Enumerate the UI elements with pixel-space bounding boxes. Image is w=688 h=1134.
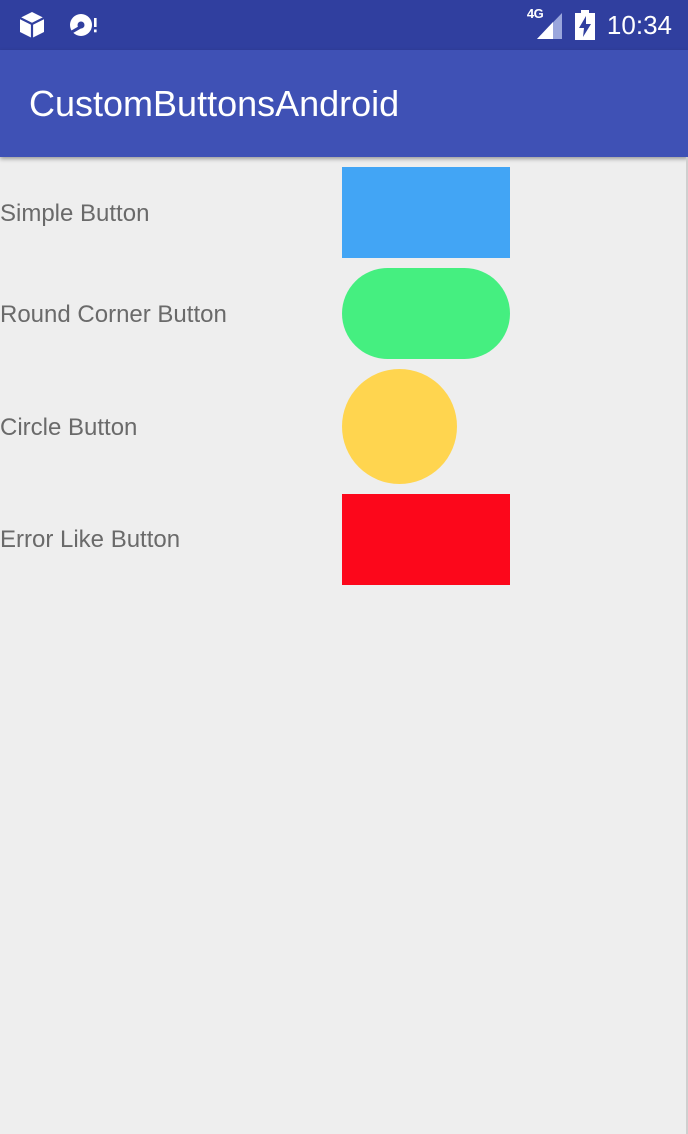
app-screen: 4G 10:34 CustomButtonsAndroid Simple But… xyxy=(0,0,688,1134)
simple-button-label: Simple Button xyxy=(0,200,150,227)
media-disc-icon xyxy=(68,11,98,39)
battery-charging-icon xyxy=(574,10,595,40)
app-box-icon xyxy=(18,11,46,39)
app-bar: CustomButtonsAndroid xyxy=(0,50,688,157)
circle-button[interactable] xyxy=(342,369,457,484)
status-bar: 4G 10:34 xyxy=(0,0,688,50)
system-icons: 4G 10:34 xyxy=(527,6,672,42)
notification-icons xyxy=(18,11,98,39)
status-clock: 10:34 xyxy=(606,10,672,40)
circle-button-label: Circle Button xyxy=(0,414,138,441)
error-like-button[interactable] xyxy=(342,494,510,585)
simple-button[interactable] xyxy=(342,167,510,258)
round-corner-button-label: Round Corner Button xyxy=(0,301,227,328)
error-like-button-label: Error Like Button xyxy=(0,526,181,553)
round-corner-button[interactable] xyxy=(342,268,510,359)
cell-signal-icon: 4G xyxy=(527,6,563,40)
app-title: CustomButtonsAndroid xyxy=(29,83,400,124)
